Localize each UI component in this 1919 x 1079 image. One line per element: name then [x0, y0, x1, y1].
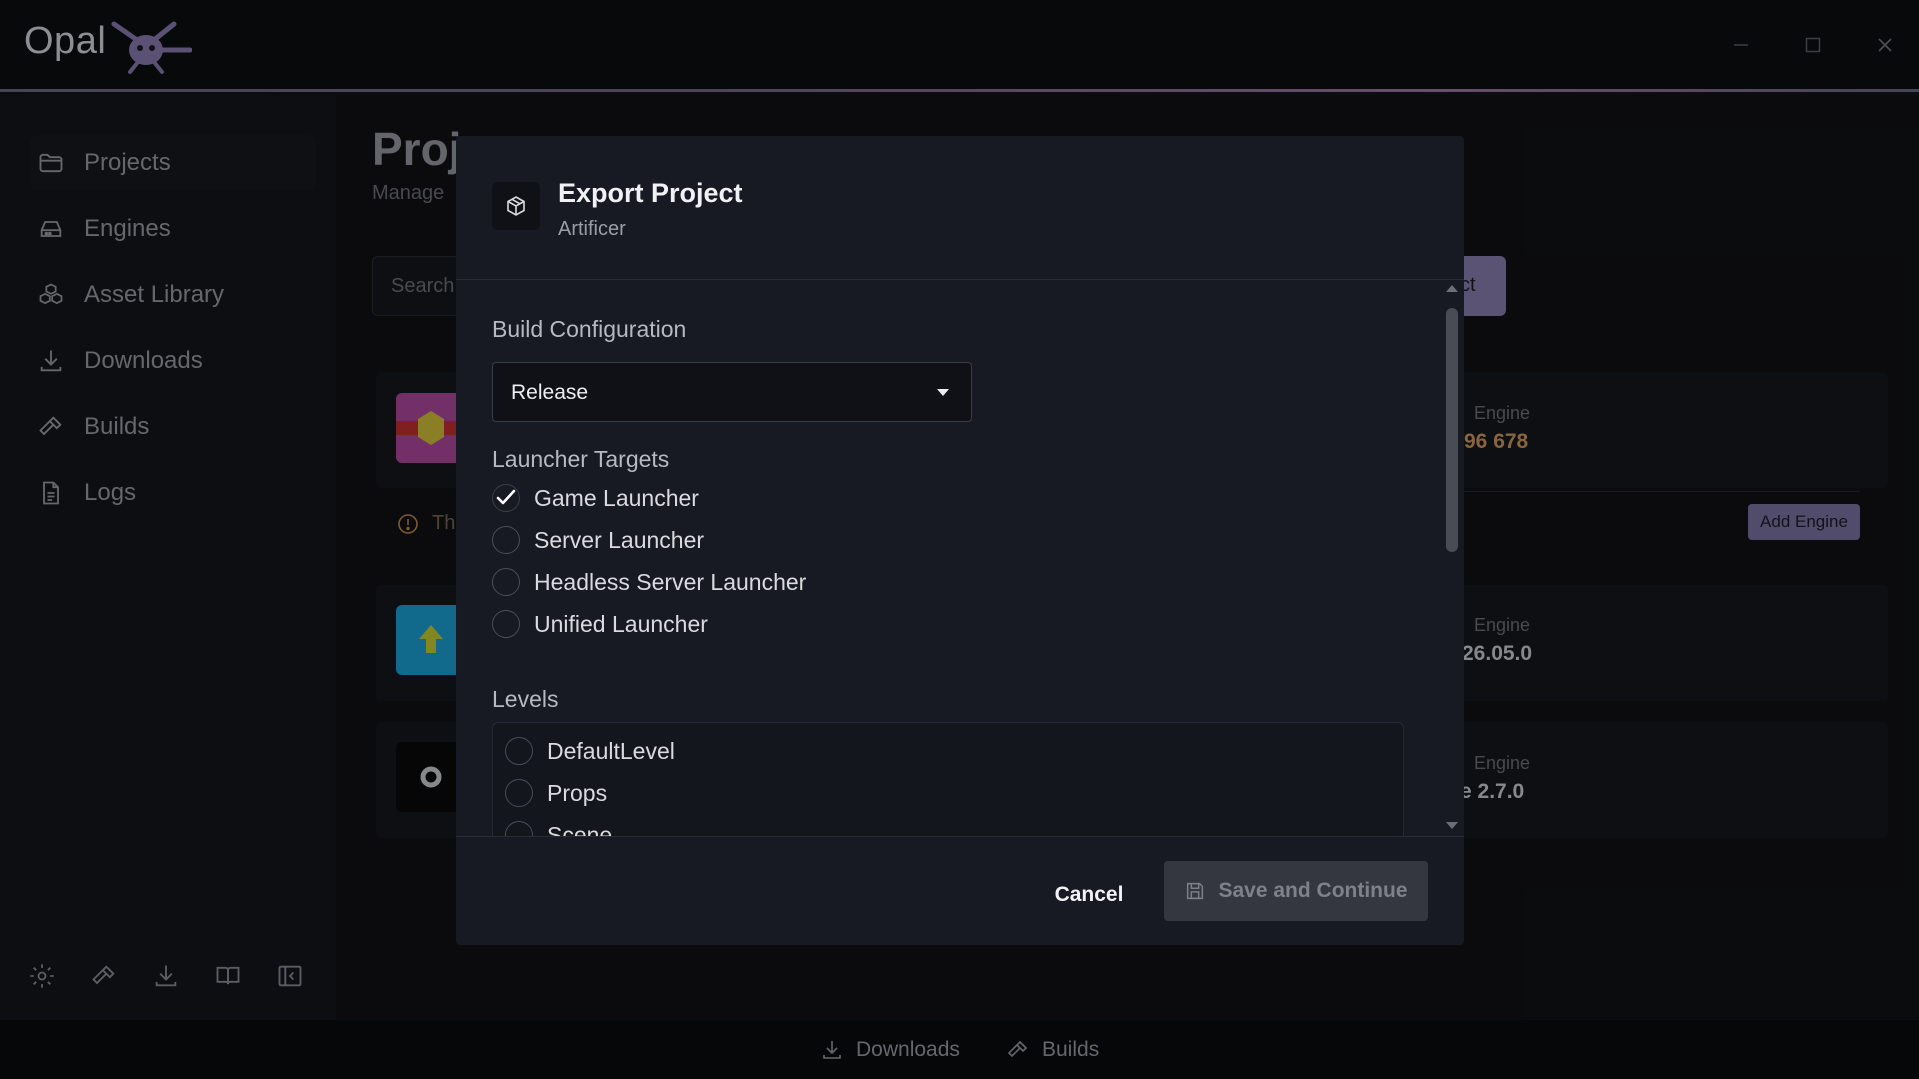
levels-list[interactable]: DefaultLevel Props Scene: [492, 722, 1404, 836]
dialog-body[interactable]: Build Configuration Release Launcher Tar…: [456, 280, 1464, 836]
checkbox-headless-server-launcher[interactable]: Headless Server Launcher: [492, 568, 806, 596]
levels-label: Levels: [492, 686, 559, 712]
checkbox-level-props[interactable]: Props: [505, 779, 607, 807]
caret-down-icon: [937, 389, 949, 397]
dialog-footer: Cancel Save and Continue: [456, 836, 1464, 945]
scroll-up-icon[interactable]: [1445, 284, 1459, 294]
checkbox-label: Scene: [547, 821, 613, 837]
check-icon: [496, 489, 516, 505]
checkbox[interactable]: [505, 737, 533, 765]
cancel-button[interactable]: Cancel: [1034, 873, 1144, 917]
checkbox[interactable]: [505, 779, 533, 807]
checkbox-server-launcher[interactable]: Server Launcher: [492, 526, 704, 554]
checkbox-label: DefaultLevel: [547, 737, 675, 764]
checkbox-label: Headless Server Launcher: [534, 568, 807, 595]
launcher-targets-label: Launcher Targets: [492, 446, 670, 472]
checkbox-label: Props: [547, 779, 608, 806]
checkbox[interactable]: [492, 610, 520, 638]
build-configuration-label: Build Configuration: [492, 316, 687, 342]
dialog-subtitle: Artificer: [558, 218, 626, 240]
checkbox-unified-launcher[interactable]: Unified Launcher: [492, 610, 708, 638]
dialog-title: Export Project: [558, 178, 743, 208]
checkbox-label: Game Launcher: [534, 484, 699, 511]
save-and-continue-label: Save and Continue: [1218, 879, 1408, 902]
checkbox[interactable]: [492, 526, 520, 554]
checkbox-game-launcher[interactable]: Game Launcher: [492, 484, 699, 512]
dialog-header: Export Project Artificer: [456, 136, 1464, 280]
save-and-continue-button[interactable]: Save and Continue: [1164, 861, 1428, 921]
checkbox-label: Unified Launcher: [534, 610, 708, 637]
build-configuration-select[interactable]: Release: [492, 362, 972, 422]
build-configuration-value: Release: [511, 381, 589, 404]
dialog-scrollbar[interactable]: [1444, 280, 1458, 836]
checkbox-level-scene[interactable]: Scene: [505, 821, 612, 836]
scroll-down-icon[interactable]: [1445, 820, 1459, 830]
checkbox[interactable]: [505, 821, 533, 836]
package-icon: [492, 182, 540, 230]
scrollbar-thumb[interactable]: [1446, 308, 1458, 552]
save-icon: [1184, 880, 1206, 902]
export-project-dialog: Export Project Artificer Build Configura…: [456, 136, 1464, 945]
checkbox-label: Server Launcher: [534, 526, 705, 553]
checkbox[interactable]: [492, 568, 520, 596]
checkbox-level-defaultlevel[interactable]: DefaultLevel: [505, 737, 675, 765]
checkbox[interactable]: [492, 484, 520, 512]
